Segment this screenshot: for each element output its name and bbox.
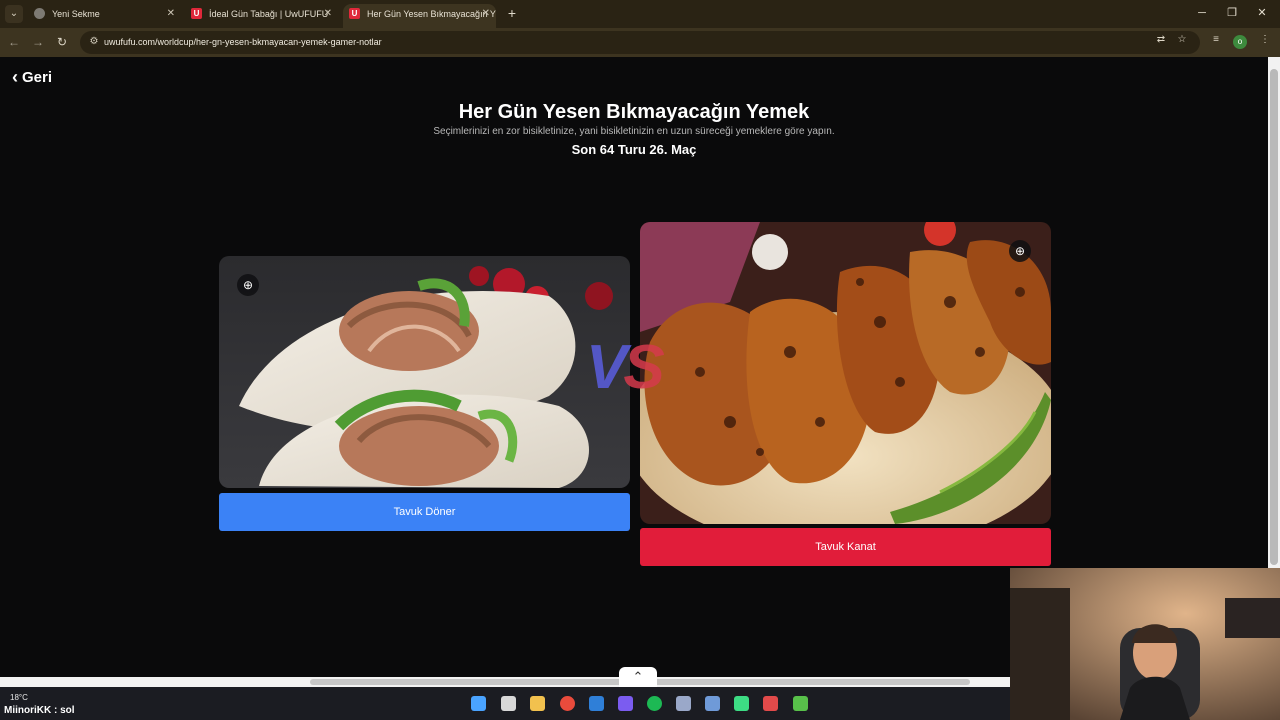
translate-icon[interactable]: ⇄ bbox=[1154, 33, 1168, 47]
uwufufu-icon: U bbox=[349, 8, 360, 19]
chevron-left-icon: ‹ bbox=[12, 67, 18, 87]
new-tab-plus-icon[interactable]: + bbox=[505, 5, 519, 21]
versus-v: V bbox=[586, 333, 627, 402]
app-icon[interactable] bbox=[676, 696, 691, 711]
streamer-webcam-image bbox=[1010, 568, 1280, 720]
site-info-icon[interactable]: ⚙ bbox=[88, 36, 100, 48]
tab-title: Yeni Sekme bbox=[52, 9, 100, 19]
zoom-in-icon[interactable]: ⊕ bbox=[1009, 240, 1031, 262]
media-control-icon[interactable]: ≡ bbox=[1209, 33, 1223, 47]
close-icon[interactable]: ✕ bbox=[167, 4, 175, 24]
chat-overlay-text: MiinoriKK : sol bbox=[4, 705, 75, 716]
round-info: Son 64 Turu 26. Maç bbox=[571, 142, 697, 157]
back-link[interactable]: ‹ Geri bbox=[12, 67, 53, 87]
versus-s: S bbox=[623, 333, 664, 402]
doner-wrap-illustration bbox=[219, 256, 630, 488]
forward-arrow-icon[interactable]: → bbox=[30, 34, 46, 50]
discord-icon[interactable] bbox=[618, 696, 633, 711]
bookmark-star-icon[interactable]: ☆ bbox=[1175, 33, 1189, 47]
task-view-icon[interactable] bbox=[501, 696, 516, 711]
page-subtitle: Seçimlerinizi en zor bisikletinize, yani… bbox=[433, 126, 835, 137]
right-choice-button[interactable]: Tavuk Kanat bbox=[640, 528, 1051, 566]
versus-label: VS bbox=[586, 337, 665, 399]
tab-search-chevron-icon[interactable]: ⌄ bbox=[5, 5, 23, 23]
app-icon[interactable] bbox=[793, 696, 808, 711]
page-title: Her Gün Yesen Bıkmayacağın Yemek bbox=[458, 101, 810, 123]
spotify-icon[interactable] bbox=[647, 696, 662, 711]
reload-icon[interactable]: ↻ bbox=[54, 34, 70, 50]
restore-icon[interactable]: ❐ bbox=[1222, 4, 1242, 22]
close-icon[interactable]: ✕ bbox=[482, 4, 490, 24]
left-choice-button[interactable]: Tavuk Döner bbox=[219, 493, 630, 531]
tab-new-tab[interactable]: Yeni Sekme ✕ bbox=[28, 4, 181, 28]
horizontal-scrollbar[interactable] bbox=[0, 677, 1010, 687]
taskbar: 18°C MiinoriKK : sol bbox=[0, 687, 1010, 720]
webcam-overlay bbox=[1010, 568, 1280, 720]
globe-icon bbox=[34, 8, 45, 19]
left-choice-image[interactable]: ⊕ bbox=[219, 256, 630, 488]
window-close-icon[interactable]: ✕ bbox=[1252, 4, 1272, 22]
steam-icon[interactable] bbox=[705, 696, 720, 711]
app-icon[interactable] bbox=[763, 696, 778, 711]
tab-her-gun-yesen[interactable]: U Her Gün Yesen Bıkmayacağın Y ✕ bbox=[343, 4, 496, 28]
tab-ideal-gun-tabagi[interactable]: U İdeal Gün Tabağı | UwUFUFU ✕ bbox=[185, 4, 338, 28]
tab-title: Her Gün Yesen Bıkmayacağın Y bbox=[367, 9, 496, 19]
right-choice-image[interactable]: ⊕ bbox=[640, 222, 1051, 524]
back-arrow-icon[interactable]: ← bbox=[6, 34, 22, 50]
address-bar[interactable]: ⚙ uwufufu.com/worldcup/her-gn-yesen-bkma… bbox=[80, 31, 1200, 54]
chrome-icon[interactable] bbox=[560, 696, 575, 711]
app-icon[interactable] bbox=[734, 696, 749, 711]
zoom-in-icon[interactable]: ⊕ bbox=[237, 274, 259, 296]
app-icon[interactable] bbox=[589, 696, 604, 711]
uwufufu-icon: U bbox=[191, 8, 202, 19]
chicken-wings-illustration bbox=[640, 222, 1051, 524]
close-icon[interactable]: ✕ bbox=[324, 4, 332, 24]
back-label: Geri bbox=[22, 69, 53, 86]
profile-avatar[interactable]: o bbox=[1233, 35, 1247, 49]
weather-widget[interactable]: 18°C bbox=[10, 693, 28, 702]
minimize-icon[interactable]: ─ bbox=[1192, 4, 1212, 22]
chevron-up-icon[interactable]: ⌃ bbox=[619, 667, 657, 687]
vertical-scrollbar-thumb[interactable] bbox=[1270, 69, 1278, 565]
url-text[interactable]: uwufufu.com/worldcup/her-gn-yesen-bkmaya… bbox=[104, 31, 382, 54]
windows-start-icon[interactable] bbox=[471, 696, 486, 711]
file-explorer-icon[interactable] bbox=[530, 696, 545, 711]
browser-toolbar: ← → ↻ ⚙ uwufufu.com/worldcup/her-gn-yese… bbox=[0, 28, 1280, 57]
kebab-menu-icon[interactable]: ⋮ bbox=[1258, 33, 1272, 47]
tab-strip: ⌄ Yeni Sekme ✕ U İdeal Gün Tabağı | UwUF… bbox=[0, 0, 1280, 28]
tab-title: İdeal Gün Tabağı | UwUFUFU bbox=[209, 9, 329, 19]
